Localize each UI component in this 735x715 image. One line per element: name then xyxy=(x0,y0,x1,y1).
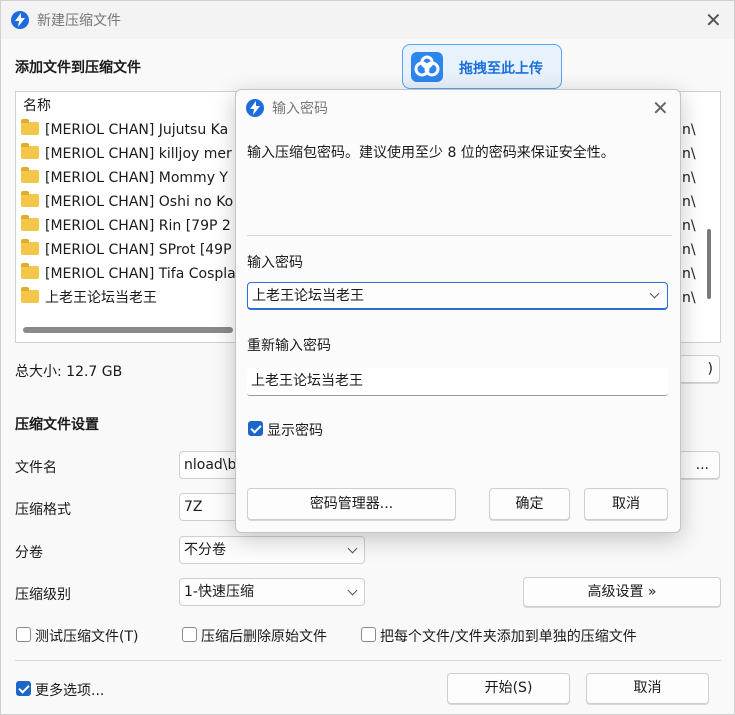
cancel-button[interactable]: 取消 xyxy=(586,673,709,704)
delete-original-label[interactable]: 压缩后删除原始文件 xyxy=(201,626,327,646)
filename-label: 文件名 xyxy=(15,460,57,476)
volume-label: 分卷 xyxy=(15,545,43,561)
path-cell: n\ xyxy=(682,146,696,162)
path-cell: n\ xyxy=(682,194,696,210)
folder-icon xyxy=(21,167,39,183)
level-select[interactable]: 1-快速压缩 xyxy=(179,578,365,606)
volume-select[interactable]: 不分卷 xyxy=(179,536,365,564)
dialog-cancel-button[interactable]: 取消 xyxy=(584,488,668,520)
password-value: 上老王论坛当老王 xyxy=(252,288,364,304)
ok-button[interactable]: 确定 xyxy=(489,488,570,520)
dialog-title: 输入密码 xyxy=(272,101,328,117)
format-label: 压缩格式 xyxy=(15,502,71,518)
column-header-name[interactable]: 名称 xyxy=(23,94,51,118)
footer-divider xyxy=(15,660,721,661)
filename-input[interactable]: nload\b xyxy=(179,451,239,479)
password-dialog: 输入密码 ✕ 输入压缩包密码。建议使用至少 8 位的密码来保证安全性。 输入密码… xyxy=(235,89,681,533)
password-input[interactable]: 上老王论坛当老王 xyxy=(247,282,668,310)
total-size: 总大小: 12.7 GB xyxy=(15,364,123,380)
path-cell: n\ xyxy=(682,170,696,186)
show-password-checkbox[interactable] xyxy=(248,421,263,436)
close-icon[interactable]: ✕ xyxy=(705,10,722,30)
format-select[interactable]: 7Z xyxy=(179,493,239,521)
password-manager-button[interactable]: 密码管理器... xyxy=(247,488,456,520)
folder-icon xyxy=(21,263,39,279)
add-files-heading: 添加文件到压缩文件 xyxy=(15,60,141,76)
path-cell: n\ xyxy=(682,122,696,138)
test-archive-checkbox[interactable] xyxy=(16,627,31,642)
start-button[interactable]: 开始(S) xyxy=(447,673,570,704)
test-archive-label[interactable]: 测试压缩文件(T) xyxy=(35,626,138,646)
show-password-label[interactable]: 显示密码 xyxy=(267,420,323,440)
horizontal-scrollbar[interactable] xyxy=(23,327,233,333)
delete-original-checkbox[interactable] xyxy=(182,627,197,642)
level-label: 压缩级别 xyxy=(15,587,71,603)
folder-icon xyxy=(21,191,39,207)
more-options-checkbox[interactable] xyxy=(16,681,31,696)
more-options-label[interactable]: 更多选项... xyxy=(35,680,104,700)
dialog-description: 输入压缩包密码。建议使用至少 8 位的密码来保证安全性。 xyxy=(247,145,615,161)
chevron-down-icon xyxy=(347,543,358,554)
window-title: 新建压缩文件 xyxy=(37,13,121,29)
separate-archive-label[interactable]: 把每个文件/文件夹添加到单独的压缩文件 xyxy=(380,626,637,646)
folder-icon xyxy=(21,287,39,303)
folder-icon xyxy=(21,215,39,231)
app-logo-icon xyxy=(11,11,29,29)
vertical-scrollbar[interactable] xyxy=(707,229,711,299)
folder-icon xyxy=(21,119,39,135)
close-icon[interactable]: ✕ xyxy=(652,98,669,118)
level-value: 1-快速压缩 xyxy=(184,584,254,600)
volume-value: 不分卷 xyxy=(184,542,226,558)
folder-icon xyxy=(21,143,39,159)
app-logo-icon xyxy=(246,99,264,117)
title-bar: 新建压缩文件 ✕ xyxy=(1,1,734,39)
advanced-settings-button[interactable]: 高级设置 » xyxy=(523,577,721,607)
folder-icon xyxy=(21,239,39,255)
upload-label: 拖拽至此上传 xyxy=(459,61,543,77)
settings-heading: 压缩文件设置 xyxy=(15,417,99,433)
reenter-label: 重新输入密码 xyxy=(247,338,331,354)
dialog-divider xyxy=(247,235,672,236)
chevron-down-icon xyxy=(347,585,358,596)
reenter-input[interactable]: 上老王论坛当老王 xyxy=(247,368,668,396)
upload-button[interactable]: 拖拽至此上传 xyxy=(402,44,562,89)
cloud-upload-icon xyxy=(411,52,443,82)
password-label: 输入密码 xyxy=(247,255,303,271)
separate-archive-checkbox[interactable] xyxy=(361,627,376,642)
chevron-down-icon[interactable] xyxy=(649,288,660,299)
